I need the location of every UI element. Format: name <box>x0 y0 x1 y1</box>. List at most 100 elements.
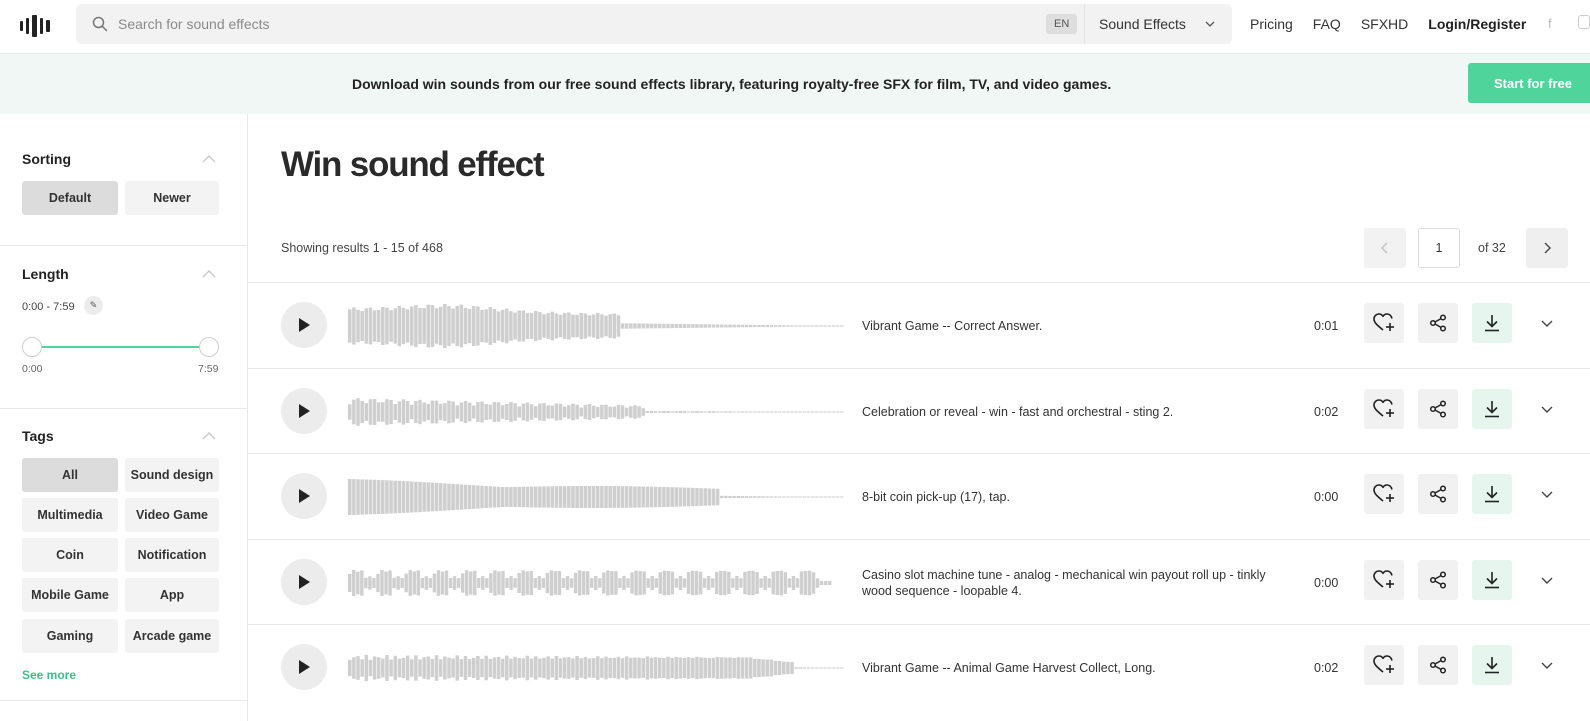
facebook-icon[interactable]: f <box>1548 16 1552 31</box>
tag-notification[interactable]: Notification <box>125 538 219 572</box>
sound-title[interactable]: Vibrant Game -- Animal Game Harvest Coll… <box>862 625 1282 711</box>
start-for-free-button[interactable]: Start for free <box>1468 63 1590 103</box>
waveform-bar <box>753 658 757 678</box>
waveform[interactable] <box>348 643 844 693</box>
waveform[interactable] <box>348 387 844 437</box>
download-button[interactable] <box>1472 560 1512 600</box>
download-button[interactable] <box>1472 645 1512 685</box>
length-slider-track[interactable] <box>32 346 210 348</box>
waveform-bar <box>542 403 546 421</box>
share-button[interactable] <box>1418 474 1458 514</box>
play-button[interactable] <box>281 388 327 434</box>
favorite-button[interactable] <box>1364 389 1404 429</box>
play-button[interactable] <box>281 473 327 519</box>
waveform-bar <box>396 576 400 590</box>
sound-title[interactable]: Celebration or reveal - win - fast and o… <box>862 369 1282 455</box>
waveform-bar <box>727 571 731 595</box>
waveform-bar <box>610 571 614 595</box>
sound-title[interactable]: Casino slot machine tune - analog - mech… <box>862 540 1282 626</box>
waveform-bar <box>633 486 637 508</box>
share-button[interactable] <box>1418 389 1458 429</box>
previous-page-button[interactable] <box>1364 228 1406 268</box>
language-badge[interactable]: EN <box>1046 14 1078 34</box>
waveform[interactable] <box>348 301 844 351</box>
sound-title[interactable]: Vibrant Game -- Correct Answer. <box>862 283 1282 369</box>
chevron-down-icon[interactable] <box>1540 319 1554 329</box>
length-slider-max-handle[interactable] <box>199 337 219 357</box>
tag-all[interactable]: All <box>22 458 118 492</box>
waveform-bar <box>480 309 484 343</box>
waveform-bar <box>521 570 525 596</box>
waveform-bar <box>691 324 695 328</box>
waveform-bar <box>521 658 526 678</box>
tag-app[interactable]: App <box>125 578 219 612</box>
chevron-up-icon[interactable] <box>202 269 216 278</box>
waveform-bar <box>360 570 364 596</box>
chevron-down-icon[interactable] <box>1540 661 1554 671</box>
waveform-bar <box>707 324 712 328</box>
download-button[interactable] <box>1472 303 1512 343</box>
share-button[interactable] <box>1418 560 1458 600</box>
page-number-input[interactable] <box>1418 228 1460 268</box>
nav-pricing[interactable]: Pricing <box>1250 16 1293 32</box>
see-more-tags-link[interactable]: See more <box>22 668 76 682</box>
waveform-bar <box>638 571 642 595</box>
play-button[interactable] <box>281 644 327 690</box>
favorite-button[interactable] <box>1364 303 1404 343</box>
share-button[interactable] <box>1418 303 1458 343</box>
waveform-bar <box>773 411 778 413</box>
sound-title[interactable]: 8-bit coin pick-up (17), tap. <box>862 454 1282 540</box>
share-button[interactable] <box>1418 645 1458 685</box>
nav-faq[interactable]: FAQ <box>1313 16 1341 32</box>
tag-coin[interactable]: Coin <box>22 538 118 572</box>
waveform-bar <box>662 323 666 329</box>
waveform-bar <box>753 496 757 498</box>
chevron-down-icon[interactable] <box>1540 576 1554 586</box>
download-button[interactable] <box>1472 474 1512 514</box>
nav-sfxhd[interactable]: SFXHD <box>1361 16 1408 32</box>
waveform-bar <box>691 657 695 679</box>
waveform-bar <box>596 486 600 508</box>
chevron-up-icon[interactable] <box>202 154 216 163</box>
sort-newer-button[interactable]: Newer <box>125 181 219 215</box>
chevron-up-icon[interactable] <box>202 431 216 440</box>
waveform-bar <box>658 411 662 413</box>
tag-mobile-game[interactable]: Mobile Game <box>22 578 118 612</box>
instagram-icon[interactable] <box>1578 15 1590 29</box>
play-button[interactable] <box>281 302 327 348</box>
chevron-down-icon[interactable] <box>1540 490 1554 500</box>
search-input[interactable] <box>118 4 1018 44</box>
login-register-link[interactable]: Login/Register <box>1428 16 1526 32</box>
download-icon <box>1485 401 1499 418</box>
waveform-bar <box>641 323 645 329</box>
length-slider-min-handle[interactable] <box>22 337 42 357</box>
download-button[interactable] <box>1472 389 1512 429</box>
waveform-bar <box>565 576 570 590</box>
category-dropdown[interactable]: Sound Effects <box>1084 4 1232 44</box>
favorite-button[interactable] <box>1364 560 1404 600</box>
tag-gaming[interactable]: Gaming <box>22 619 118 653</box>
pencil-icon[interactable]: ✎ <box>84 296 103 315</box>
waveform[interactable] <box>348 558 844 608</box>
waveform-bar <box>451 401 455 423</box>
waveform-bar <box>682 657 687 679</box>
favorite-button[interactable] <box>1364 474 1404 514</box>
logo-icon[interactable] <box>20 12 52 40</box>
waveform-bar <box>401 307 406 345</box>
next-page-button[interactable] <box>1526 228 1568 268</box>
sort-default-button[interactable]: Default <box>22 181 118 215</box>
tag-multimedia[interactable]: Multimedia <box>22 498 118 532</box>
play-button[interactable] <box>281 559 327 605</box>
tag-video-game[interactable]: Video Game <box>125 498 219 532</box>
tag-sound-design[interactable]: Sound design <box>125 458 219 492</box>
waveform-bar <box>422 482 426 512</box>
chevron-down-icon[interactable] <box>1540 405 1554 415</box>
tag-arcade-game[interactable]: Arcade game <box>125 619 219 653</box>
waveform[interactable] <box>348 472 844 522</box>
waveform-bar <box>653 486 658 508</box>
waveform-bar <box>360 479 364 515</box>
waveform-bar <box>670 657 674 679</box>
waveform-bar <box>418 399 422 425</box>
favorite-button[interactable] <box>1364 645 1404 685</box>
waveform-bar <box>554 486 559 508</box>
